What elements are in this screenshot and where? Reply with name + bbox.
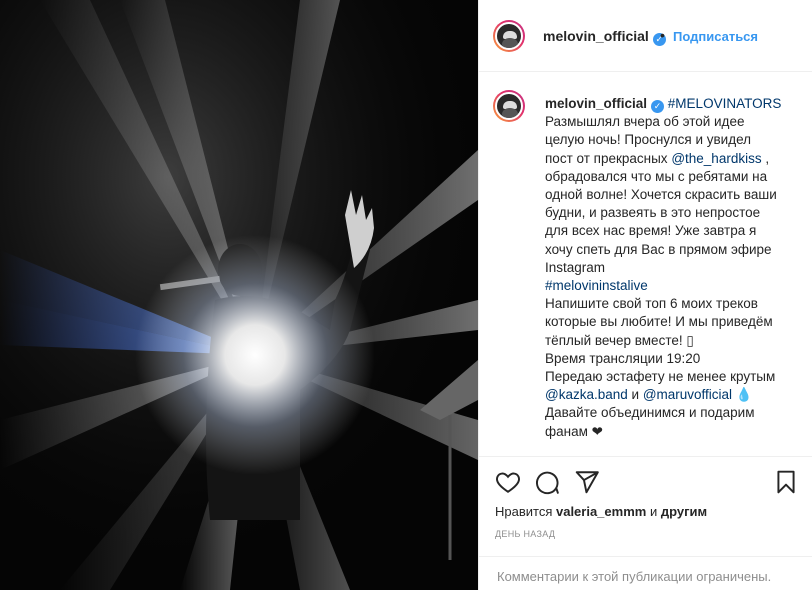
verified-badge-icon: ✓ <box>651 100 665 113</box>
likes-connector: и <box>646 504 661 519</box>
caption-line: Напишите свой топ 6 моих треков <box>545 296 758 312</box>
caption-username[interactable]: melovin_official <box>545 96 647 111</box>
heart-icon[interactable] <box>495 469 521 495</box>
share-icon[interactable] <box>574 469 600 495</box>
caption-line: целую ночь! Проснулся и увидел <box>545 132 752 148</box>
post-timestamp[interactable]: ДЕНЬ НАЗАД <box>495 529 555 539</box>
caption-line: Instagram <box>545 259 606 275</box>
caption-line: для всех нас время! Уже завтра я <box>545 223 757 239</box>
caption-line: хочу спеть для Вас в прямом эфире <box>545 241 772 257</box>
caption-line: Размышлял вчера об этой идее <box>545 114 745 130</box>
avatar[interactable] <box>493 20 525 52</box>
mention-link[interactable]: @maruvofficial <box>643 387 732 402</box>
post-caption: melovin_official ✓ #MELOVINATORS Размышля… <box>479 72 812 456</box>
likes-others-link[interactable]: другим <box>661 504 707 519</box>
concert-photo <box>0 0 478 590</box>
separator-dot: • <box>660 27 665 43</box>
mention-link[interactable]: @kazka.band <box>545 387 628 402</box>
comments-disabled-text: Комментарии к этой публикации ограничены… <box>497 569 772 584</box>
caption-connector: и <box>627 387 643 403</box>
liker-username[interactable]: valeria_emmm <box>556 504 646 519</box>
username-link[interactable]: melovin_official <box>543 28 649 44</box>
caption-line: Передаю эстафету не менее крутым <box>545 369 776 385</box>
caption-avatar[interactable] <box>493 90 525 122</box>
likes-summary: Нравится valeria_emmm и другим <box>495 504 707 519</box>
caption-line: Давайте объединимся и подарим <box>545 405 755 421</box>
follow-button[interactable]: Подписаться <box>673 29 758 44</box>
caption-line: одной волне! Хочется скрасить ваши <box>545 187 777 203</box>
mention-link[interactable]: @the_hardkiss <box>671 151 761 166</box>
post-photo[interactable] <box>0 0 478 590</box>
heart-emoji-icon: ❤ <box>587 423 603 439</box>
caption-line: Время трансляции 19:20 <box>545 350 701 366</box>
header-username[interactable]: melovin_official ✓ <box>543 28 666 46</box>
hashtag-link[interactable]: #melovininstalive <box>545 277 807 295</box>
caption-line: тёплый вечер вместе! ▯ <box>545 332 694 348</box>
bookmark-icon[interactable] <box>773 469 799 495</box>
caption-text: melovin_official ✓ #MELOVINATORS Размышля… <box>545 95 807 441</box>
post-panel: melovin_official ✓ • Подписаться melovin_… <box>478 0 812 590</box>
caption-line: будни, и развеять в это непростое <box>545 205 761 221</box>
likes-prefix: Нравится <box>495 504 556 519</box>
caption-line: фанам <box>545 423 588 439</box>
hashtag-link[interactable]: #MELOVINATORS <box>668 96 782 111</box>
caption-punct: , <box>761 150 770 166</box>
comment-icon[interactable] <box>534 469 560 495</box>
post-header: melovin_official ✓ • Подписаться <box>479 0 812 72</box>
caption-line: пост от прекрасных <box>545 150 668 166</box>
caption-line: которые вы любите! И мы приведём <box>545 314 773 330</box>
comments-footer: Комментарии к этой публикации ограничены… <box>479 556 812 590</box>
drop-icon: 💧 <box>732 387 753 403</box>
caption-line: обрадовался что мы с ребятами на <box>545 168 768 184</box>
